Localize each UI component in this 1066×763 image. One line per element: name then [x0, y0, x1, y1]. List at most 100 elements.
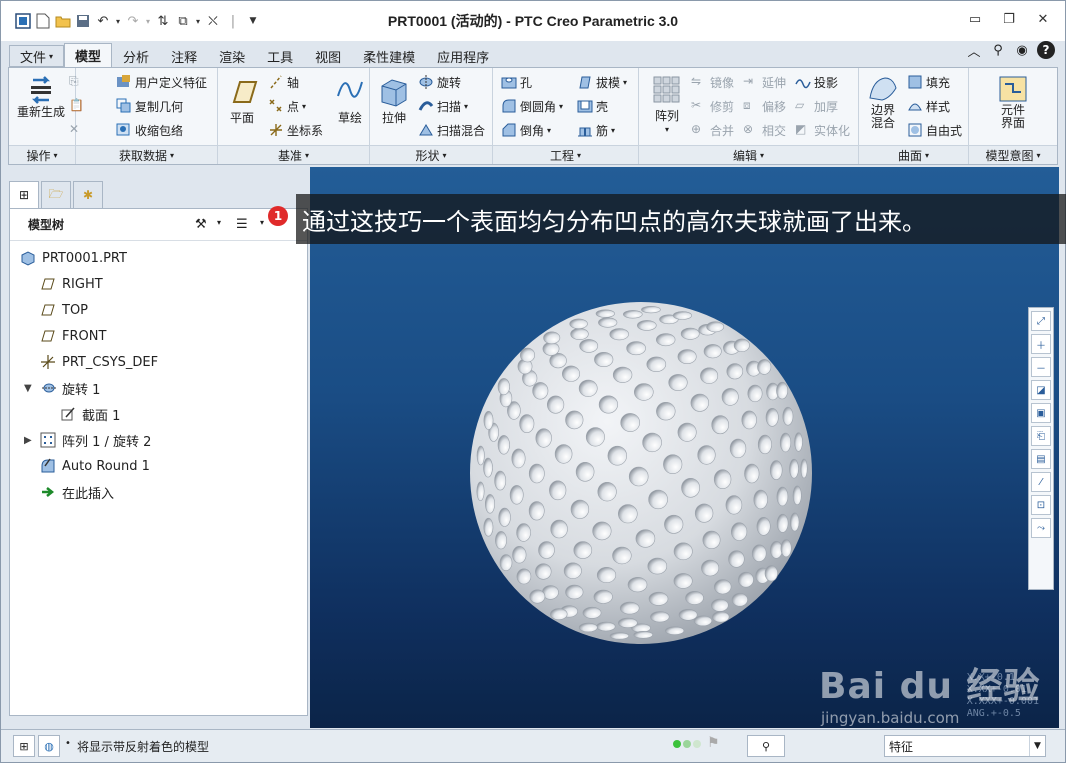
solidify-button[interactable]: ◩ 实体化	[795, 120, 850, 140]
tree-item-revolve-1[interactable]: ▼ 旋转 1	[24, 377, 100, 399]
merge-button[interactable]: ⊕ 合并	[691, 120, 734, 140]
zoom-out-icon[interactable]: －	[1031, 357, 1051, 377]
flag-icon[interactable]: ⚑	[707, 735, 720, 751]
sketch-label: 草绘	[337, 111, 362, 125]
thicken-button[interactable]: ▱ 加厚	[795, 96, 838, 116]
repaint-icon[interactable]: ◪	[1031, 380, 1051, 400]
toggle-browser-button[interactable]: ◍	[38, 735, 60, 757]
group-surfaces-label: 曲面 ▾	[859, 145, 968, 164]
revolve-button[interactable]: 旋转	[418, 72, 461, 92]
thicken-label: 加厚	[814, 99, 839, 114]
close-icon[interactable]: ✕	[1029, 7, 1057, 31]
datum-display-icon[interactable]: ⁄	[1031, 472, 1051, 492]
group-surfaces: 边界混合 填充 样式 自由式 曲面 ▾	[859, 68, 969, 164]
minimize-icon[interactable]: ▭	[961, 7, 989, 31]
community-icon[interactable]: ◉	[1013, 41, 1031, 59]
project-button[interactable]: 投影	[795, 72, 838, 92]
freestyle-button[interactable]: 自由式	[907, 120, 962, 140]
toggle-navigator-button[interactable]: ⊞	[13, 735, 35, 757]
freestyle-label: 自由式	[926, 123, 963, 138]
sweep-button[interactable]: 扫描 ▾	[418, 96, 468, 116]
tab-file-label: 文件	[20, 50, 47, 66]
boundary-blend-button[interactable]: 边界混合	[863, 74, 903, 130]
spin-center-icon[interactable]: ⤳	[1031, 518, 1051, 538]
tree-item-top[interactable]: TOP	[40, 299, 88, 321]
tab-folder-browser[interactable]: 🗁	[41, 181, 71, 209]
sketch-button[interactable]: 草绘	[332, 74, 368, 125]
tab-model-tree[interactable]: ⊞	[9, 181, 39, 209]
collapse-icon[interactable]: ▼	[24, 383, 34, 394]
shell-button[interactable]: 壳	[577, 96, 608, 116]
tree-item-front[interactable]: FRONT	[40, 325, 106, 347]
trim-button[interactable]: ✂ 修剪	[691, 96, 734, 116]
intersect-button[interactable]: ⊗ 相交	[743, 120, 786, 140]
tree-item-pattern-1[interactable]: ▶ 阵列 1 / 旋转 2	[24, 429, 151, 451]
tree-columns-icon[interactable]: ☰	[236, 217, 248, 232]
tab-file[interactable]: 文件 ▾	[9, 45, 65, 67]
tab-analysis[interactable]: 分析	[112, 45, 160, 67]
copy-geometry-button[interactable]: 复制几何	[116, 96, 183, 116]
tree-item-part[interactable]: PRT0001.PRT	[20, 247, 127, 269]
extrude-button[interactable]: 拉伸	[374, 74, 414, 125]
tree-item-insert-here[interactable]: 在此插入	[40, 481, 114, 503]
draft-button[interactable]: 拔模 ▾	[577, 72, 627, 92]
golf-ball-dimple	[593, 589, 613, 604]
golf-ball-dimple	[483, 457, 493, 478]
tab-flexible-modeling[interactable]: 柔性建模	[352, 45, 426, 67]
annotation-display-icon[interactable]: ⊡	[1031, 495, 1051, 515]
expand-icon[interactable]: ▶	[24, 435, 34, 446]
csys-button[interactable]: 坐标系	[268, 120, 323, 140]
tab-view[interactable]: 视图	[304, 45, 352, 67]
tab-render[interactable]: 渲染	[208, 45, 256, 67]
round-button[interactable]: 倒圆角 ▾	[501, 96, 563, 116]
tab-annotate[interactable]: 注释	[160, 45, 208, 67]
tree-settings-dropdown-icon[interactable]: ▾	[217, 218, 221, 227]
tab-favorites[interactable]: ✱	[73, 181, 103, 209]
zoom-in-icon[interactable]: ＋	[1031, 334, 1051, 354]
point-button[interactable]: 点 ▾	[268, 96, 306, 116]
graphics-viewport[interactable]: ⤢ ＋ － ◪ ▣ ⎗ ▤ ⁄ ⊡ ⤳ X.X+-0.1 X.XX+-0.01 …	[310, 167, 1059, 728]
mirror-button[interactable]: ⇋ 镜像	[691, 72, 734, 92]
tab-tools[interactable]: 工具	[256, 45, 304, 67]
tree-item-auto-round-1[interactable]: Auto Round 1	[40, 455, 150, 477]
chamfer-button[interactable]: 倒角 ▾	[501, 120, 551, 140]
axis-button[interactable]: 轴	[268, 72, 299, 92]
search-icon[interactable]: ⚲	[989, 41, 1007, 59]
tab-applications[interactable]: 应用程序	[426, 45, 500, 67]
collapse-ribbon-icon[interactable]: ︿	[965, 41, 983, 60]
component-interface-button[interactable]: 元件界面	[989, 74, 1037, 130]
rib-button[interactable]: 筋 ▾	[577, 120, 615, 140]
find-button[interactable]: ⚲	[747, 735, 785, 757]
tab-model[interactable]: 模型	[64, 43, 113, 67]
view-manager-icon[interactable]: ▤	[1031, 449, 1051, 469]
fill-button[interactable]: 填充	[907, 72, 950, 92]
tree-item-csys[interactable]: PRT_CSYS_DEF	[40, 351, 158, 373]
help-icon[interactable]: ?	[1037, 41, 1055, 59]
shrinkwrap-button[interactable]: 收缩包络	[116, 120, 183, 140]
tree-columns-dropdown-icon[interactable]: ▾	[260, 218, 264, 227]
offset-button[interactable]: ⧈ 偏移	[743, 96, 786, 116]
maximize-icon[interactable]: ❐	[995, 7, 1023, 31]
shrinkwrap-label: 收缩包络	[135, 123, 184, 138]
shrinkwrap-icon	[116, 123, 130, 136]
plane-button[interactable]: 平面	[222, 74, 262, 125]
regenerate-button[interactable]: 重新生成	[15, 74, 67, 119]
swept-blend-button[interactable]: 扫描混合	[418, 120, 485, 140]
golf-ball-dimple	[612, 366, 633, 383]
display-style-icon[interactable]: ▣	[1031, 403, 1051, 423]
udf-button[interactable]: 用户定义特征	[116, 72, 207, 92]
golf-ball-model[interactable]	[310, 167, 1059, 728]
saved-orientations-icon[interactable]: ⎗	[1031, 426, 1051, 446]
refit-icon[interactable]: ⤢	[1031, 311, 1051, 331]
tree-item-right[interactable]: RIGHT	[40, 273, 103, 295]
pattern-button[interactable]: 阵列 ▾	[647, 74, 687, 136]
golf-ball-dimple	[789, 458, 799, 479]
selection-filter[interactable]: 特征 ▼	[884, 735, 1046, 757]
hole-button[interactable]: 孔	[501, 72, 532, 92]
boundary-blend-icon	[869, 77, 897, 101]
extend-button[interactable]: ⇥ 延伸	[743, 72, 786, 92]
regen-status-indicator	[673, 740, 701, 748]
tree-item-section-1[interactable]: 截面 1	[60, 403, 120, 425]
tree-settings-icon[interactable]: ⚒	[195, 217, 207, 232]
style-button[interactable]: 样式	[907, 96, 950, 116]
